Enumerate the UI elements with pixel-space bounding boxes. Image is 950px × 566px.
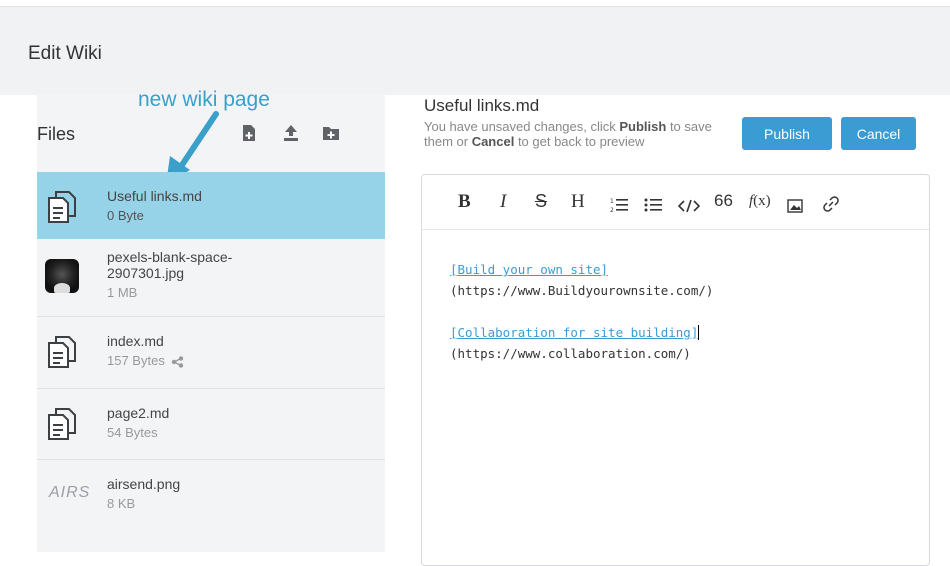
image-thumbnail — [45, 259, 79, 293]
markdown-editor[interactable]: B I S H 12 66 f(x) [Build your own site] — [421, 174, 930, 566]
bold-button[interactable]: B — [458, 191, 471, 213]
content-line: [Build your own site] — [450, 262, 609, 277]
document-icon — [48, 191, 76, 223]
file-size: 0 Byte — [107, 208, 144, 223]
link-icon[interactable] — [822, 193, 840, 215]
heading-button[interactable]: H — [571, 191, 585, 213]
image-icon[interactable] — [787, 195, 803, 217]
file-list: Useful links.md 0 Byte pexels-blank-spac… — [37, 172, 385, 532]
file-size: 54 Bytes — [107, 425, 158, 440]
publish-button[interactable]: Publish — [742, 117, 832, 150]
bullet-list-icon[interactable] — [644, 194, 662, 216]
file-item-page2-md[interactable]: page2.md 54 Bytes — [37, 389, 385, 460]
file-name: pexels-blank-space-2907301.jpg — [107, 249, 233, 281]
file-item-airsend-png[interactable]: AIRS airsend.png 8 KB — [37, 460, 385, 532]
image-thumbnail: AIRS — [49, 484, 91, 501]
ordered-list-icon[interactable]: 12 — [610, 194, 628, 216]
strikethrough-button[interactable]: S — [535, 191, 547, 213]
page-title: Edit Wiki — [28, 43, 102, 64]
svg-text:2: 2 — [610, 207, 614, 214]
file-item-pexels-jpg[interactable]: pexels-blank-space-2907301.jpg 1 MB — [37, 239, 385, 317]
file-name: page2.md — [107, 405, 170, 421]
content-line: (https://www.Buildyourownsite.com/) — [450, 283, 714, 298]
cancel-button[interactable]: Cancel — [841, 117, 916, 150]
file-name: Useful links.md — [107, 188, 202, 204]
file-item-index-md[interactable]: index.md 157 Bytes — [37, 317, 385, 389]
file-size: 157 Bytes — [107, 353, 165, 368]
italic-button[interactable]: I — [500, 191, 506, 213]
file-size-row: 157 Bytes — [107, 353, 184, 368]
document-icon — [48, 336, 76, 368]
new-file-icon[interactable] — [240, 124, 258, 142]
file-item-useful-links[interactable]: Useful links.md 0 Byte — [37, 172, 385, 239]
file-size: 1 MB — [107, 285, 138, 300]
text-caret — [698, 325, 700, 340]
svg-text:1: 1 — [610, 198, 614, 205]
editor-content[interactable]: [Build your own site] (https://www.Build… — [450, 259, 713, 364]
content-line — [450, 301, 713, 322]
upload-icon[interactable] — [282, 124, 300, 142]
header-bar: Edit Wiki — [0, 6, 950, 95]
code-icon[interactable] — [678, 195, 700, 217]
unsaved-changes-message: You have unsaved changes, click Publish … — [424, 119, 712, 149]
files-heading: Files — [37, 124, 76, 144]
share-icon[interactable] — [171, 355, 184, 368]
editor-toolbar: B I S H 12 66 f(x) — [422, 175, 929, 230]
content-line: (https://www.collaboration.com/) — [450, 346, 691, 361]
file-name: index.md — [107, 333, 164, 349]
document-title: Useful links.md — [424, 96, 540, 115]
file-name: airsend.png — [107, 476, 181, 492]
new-folder-icon[interactable] — [322, 124, 340, 142]
document-icon — [48, 408, 76, 440]
content-line: [Collaboration for site building] — [450, 325, 700, 340]
formula-icon[interactable]: f(x) — [749, 193, 771, 215]
file-size: 8 KB — [107, 496, 136, 511]
quote-icon[interactable]: 66 — [714, 191, 733, 213]
